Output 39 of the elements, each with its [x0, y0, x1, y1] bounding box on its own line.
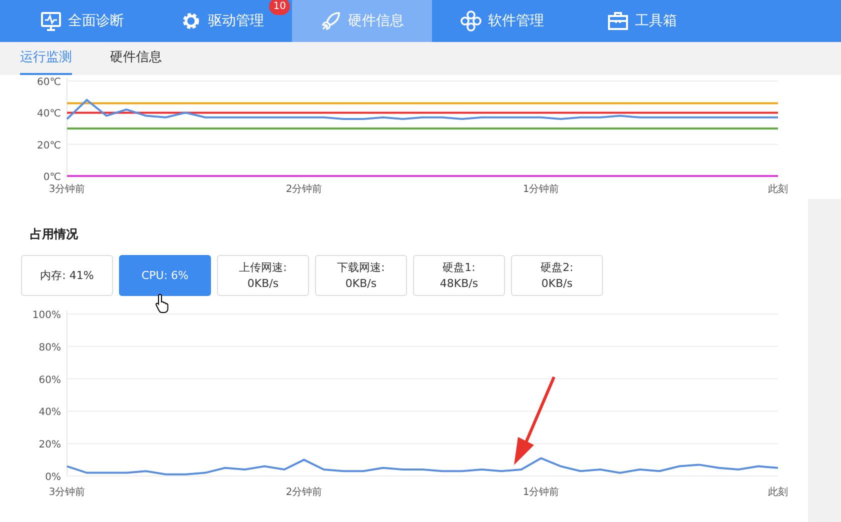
- x-tick-label: 2分钟前: [286, 487, 322, 498]
- x-tick-label: 1分钟前: [522, 487, 560, 498]
- x-tick-label: 1分钟前: [522, 184, 560, 195]
- hand-cursor-icon: [155, 293, 171, 313]
- nav-tab[interactable]: 硬件信息: [292, 0, 432, 42]
- nav-tab[interactable]: 全面诊断: [12, 0, 152, 42]
- y-tick-label: 20℃: [37, 140, 61, 152]
- y-tick-label: 80%: [38, 342, 61, 354]
- count-badge: 10: [269, 0, 290, 15]
- y-tick-label: 0%: [45, 472, 61, 483]
- x-tick-label: 此刻: [768, 487, 788, 498]
- y-tick-label: 20%: [38, 440, 61, 451]
- y-tick-label: 40%: [38, 407, 61, 418]
- nav-tab[interactable]: 驱动管理 10: [152, 0, 292, 42]
- usage-card[interactable]: 硬盘1: 48KB/s: [413, 255, 505, 296]
- x-tick-label: 此刻: [768, 184, 788, 195]
- nav-tab[interactable]: 软件管理: [432, 0, 572, 42]
- y-tick-label: 0℃: [43, 172, 61, 183]
- y-tick-label: 60℃: [37, 77, 61, 88]
- x-tick-label: 3分钟前: [48, 487, 86, 498]
- usage-card[interactable]: 下载网速: 0KB/s: [315, 255, 407, 296]
- sub-tab[interactable]: 运行监测: [20, 42, 72, 75]
- sub-tab[interactable]: 硬件信息: [110, 42, 162, 75]
- nav-tab[interactable]: 工具箱: [572, 0, 712, 42]
- gear-icon: [180, 10, 202, 32]
- usage-card[interactable]: 硬盘2: 0KB/s: [511, 255, 603, 296]
- x-tick-label: 3分钟前: [48, 184, 86, 195]
- section-title: 占用情况: [30, 226, 79, 243]
- rocket-icon: [320, 10, 342, 32]
- usage-card[interactable]: 内存: 41%: [21, 255, 113, 296]
- monitor-icon: [40, 10, 62, 32]
- y-tick-label: 60%: [38, 374, 61, 386]
- y-tick-label: 40℃: [37, 108, 61, 120]
- usage-card[interactable]: 上传网速: 0KB/s: [217, 255, 309, 296]
- flower-icon: [460, 10, 482, 32]
- toolbox-icon: [607, 10, 629, 32]
- usage-card[interactable]: CPU: 6%: [119, 255, 211, 296]
- y-tick-label: 100%: [32, 310, 61, 321]
- x-tick-label: 2分钟前: [286, 184, 322, 195]
